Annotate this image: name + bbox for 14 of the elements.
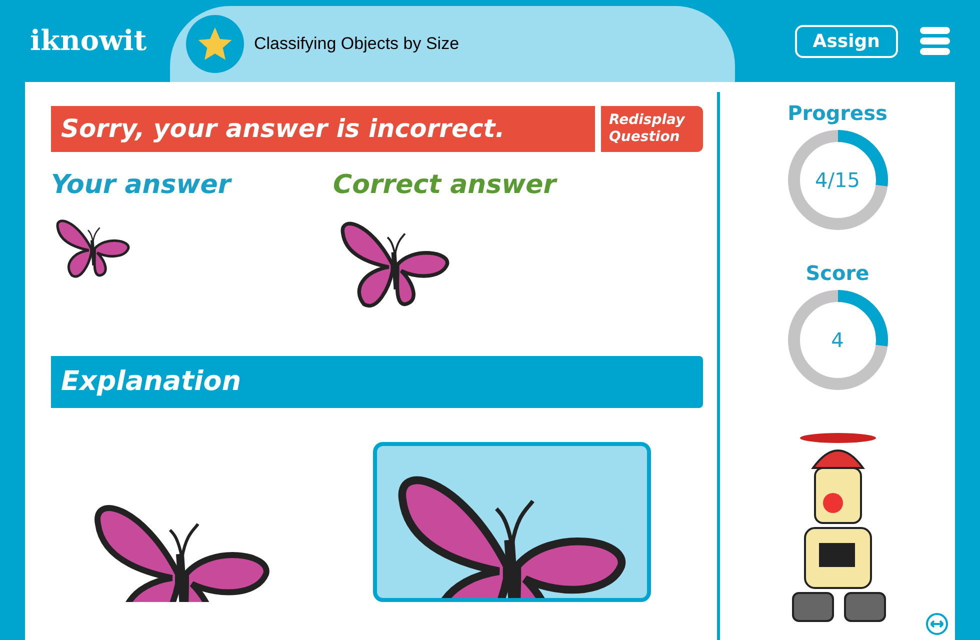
answer-heading: Correct answer <box>333 168 558 202</box>
stat-label: Score <box>806 260 870 287</box>
stat-value: 4/15 <box>815 167 860 194</box>
menu-icon[interactable] <box>920 27 950 55</box>
logo[interactable]: iknowit <box>30 20 170 62</box>
explanation-header: Explanation <box>51 356 703 408</box>
answer-heading: Your answer <box>51 168 233 202</box>
stat-value: 4 <box>831 327 844 354</box>
lesson-title: Classifying Objects by Size <box>254 33 460 56</box>
redisplay-question-button[interactable]: Redisplay Question <box>601 106 703 152</box>
stat-label: Progress <box>788 100 888 127</box>
incorrect-banner: Sorry, your answer is incorrect. <box>51 106 595 152</box>
expand-icon[interactable] <box>925 612 949 636</box>
assign-button[interactable]: Assign <box>794 24 898 58</box>
